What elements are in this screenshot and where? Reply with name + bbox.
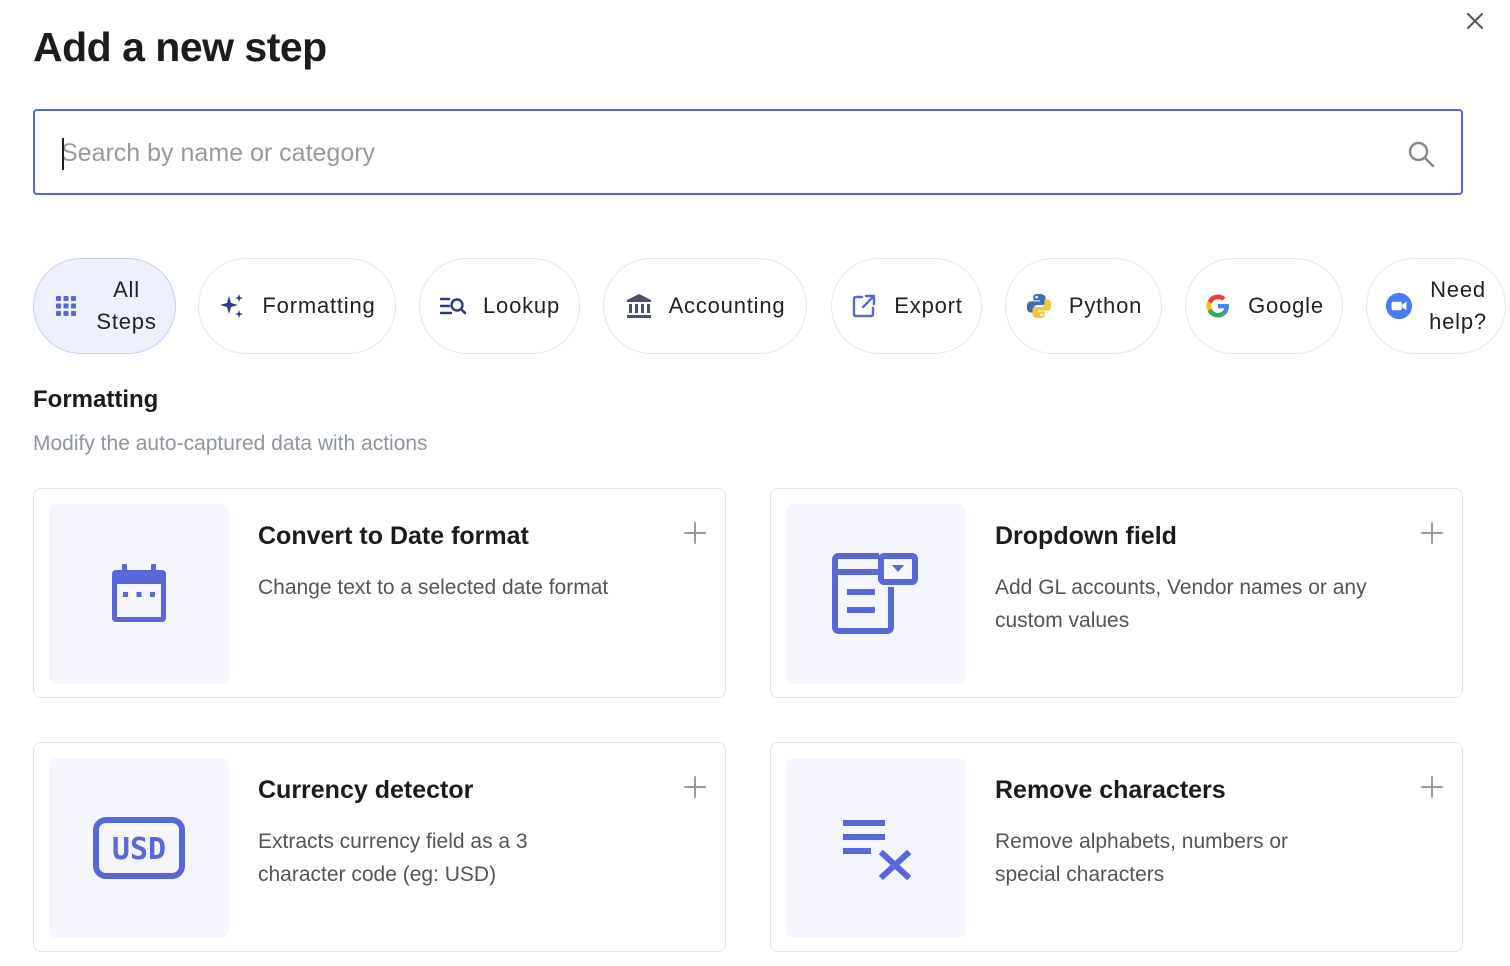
card-thumbnail <box>786 504 966 684</box>
bank-icon <box>625 292 653 320</box>
search-icon[interactable] <box>1407 140 1435 168</box>
card-thumbnail: USD <box>49 758 229 938</box>
chip-label: Formatting <box>262 293 376 318</box>
list-search-icon <box>439 292 467 320</box>
card-thumbnail <box>786 758 966 938</box>
sparkles-icon <box>218 292 246 320</box>
close-icon <box>1467 13 1483 29</box>
step-card-remove-characters[interactable]: Remove characters Remove alphabets, numb… <box>770 742 1463 952</box>
card-thumbnail <box>49 504 229 684</box>
dropdown-field-icon <box>832 553 918 634</box>
add-step-button[interactable] <box>683 521 707 545</box>
section-title: Formatting <box>33 386 159 413</box>
chip-all-steps[interactable]: All Steps <box>33 258 176 354</box>
card-title: Remove characters <box>995 776 1226 804</box>
step-card-dropdown-field[interactable]: Dropdown field Add GL accounts, Vendor n… <box>770 488 1463 698</box>
card-description: Extracts currency field as a 3 character… <box>258 830 528 886</box>
step-card-convert-date[interactable]: Convert to Date format Change text to a … <box>33 488 726 698</box>
chip-lookup[interactable]: Lookup <box>419 258 580 354</box>
plus-icon <box>1421 522 1443 544</box>
add-step-button[interactable] <box>1420 521 1444 545</box>
chip-label: Lookup <box>483 293 560 318</box>
clear-text-icon <box>843 820 912 880</box>
add-step-dialog: Add a new step All Steps <box>0 0 1510 966</box>
plus-icon <box>684 776 706 798</box>
chip-python[interactable]: Python <box>1005 258 1162 354</box>
chip-label: Accounting <box>668 293 786 318</box>
usd-icon-text: USD <box>112 832 166 867</box>
chip-label-line2: Steps <box>96 309 157 334</box>
google-icon <box>1204 292 1232 320</box>
chip-google[interactable]: Google <box>1185 258 1343 354</box>
search-input[interactable] <box>61 133 1381 173</box>
card-description: Change text to a selected date format <box>258 576 609 599</box>
close-button[interactable] <box>1462 8 1488 34</box>
card-title: Dropdown field <box>995 522 1177 550</box>
chip-label-line1: All <box>113 277 140 302</box>
search-box[interactable] <box>33 109 1463 195</box>
chip-label: Python <box>1068 293 1143 318</box>
plus-icon <box>1421 776 1443 798</box>
card-title: Currency detector <box>258 776 474 804</box>
chip-need-help[interactable]: Need help? <box>1366 258 1506 354</box>
section-subtitle: Modify the auto-captured data with actio… <box>33 432 428 455</box>
chip-formatting[interactable]: Formatting <box>198 258 396 354</box>
chip-label: All Steps <box>96 274 156 338</box>
chip-label: Google <box>1248 293 1324 318</box>
add-step-button[interactable] <box>1420 775 1444 799</box>
chip-label-line2: help? <box>1429 309 1487 334</box>
python-icon <box>1025 292 1053 320</box>
external-link-icon <box>850 292 878 320</box>
calendar-icon <box>112 564 166 622</box>
chip-export[interactable]: Export <box>831 258 982 354</box>
plus-icon <box>684 522 706 544</box>
video-call-icon <box>1385 292 1413 320</box>
dialog-title: Add a new step <box>33 24 327 70</box>
chip-label: Export <box>894 293 963 318</box>
text-caret <box>62 138 64 170</box>
card-title: Convert to Date format <box>258 522 529 550</box>
chip-label: Need help? <box>1429 274 1487 338</box>
usd-icon: USD <box>93 817 185 879</box>
step-card-currency-detector[interactable]: USD Currency detector Extracts currency … <box>33 742 726 952</box>
add-step-button[interactable] <box>683 775 707 799</box>
card-description: Add GL accounts, Vendor names or any cus… <box>995 576 1367 632</box>
chip-accounting[interactable]: Accounting <box>603 258 807 354</box>
chip-label-line1: Need <box>1430 277 1486 302</box>
grid-icon <box>52 292 80 320</box>
card-description: Remove alphabets, numbers or special cha… <box>995 830 1288 886</box>
